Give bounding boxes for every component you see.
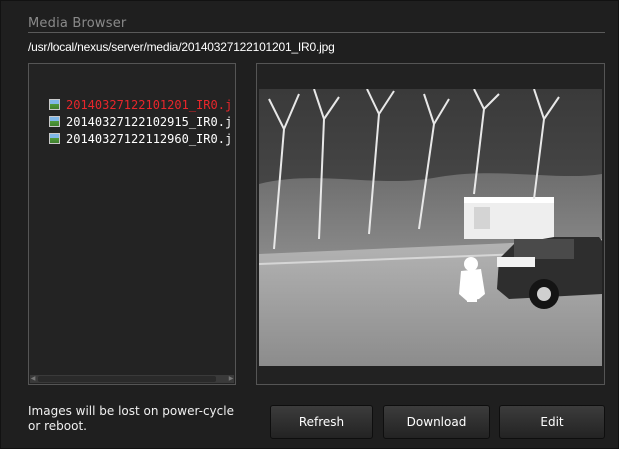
- download-button[interactable]: Download: [383, 405, 490, 439]
- edit-button[interactable]: Edit: [499, 405, 605, 439]
- file-item-label: 20140327122101201_IR0.j: [66, 97, 233, 112]
- image-preview-frame: [256, 63, 605, 385]
- thermal-image-preview: [259, 89, 602, 366]
- panel-title: Media Browser: [28, 16, 127, 31]
- warning-note: Images will be lost on power-cycle or re…: [28, 404, 234, 433]
- thermal-scene: [259, 89, 602, 366]
- file-item-label: 20140327122112960_IR0.j: [66, 131, 233, 146]
- scroll-left-icon[interactable]: ◀: [30, 375, 36, 383]
- file-list[interactable]: 20140327122101201_IR0.j 2014032712210291…: [28, 63, 236, 385]
- file-item[interactable]: 20140327122102915_IR0.j: [49, 113, 232, 130]
- scrollbar-thumb[interactable]: [38, 376, 216, 382]
- image-file-icon: [49, 99, 60, 110]
- horizontal-scrollbar[interactable]: ◀ ▶: [30, 375, 234, 383]
- image-file-icon: [49, 116, 60, 127]
- file-item-label: 20140327122102915_IR0.j: [66, 114, 233, 129]
- image-file-icon: [49, 133, 60, 144]
- refresh-button[interactable]: Refresh: [270, 405, 373, 439]
- scroll-right-icon[interactable]: ▶: [228, 375, 234, 383]
- file-path: /usr/local/nexus/server/media/2014032712…: [28, 40, 335, 54]
- file-items: 20140327122101201_IR0.j 2014032712210291…: [49, 96, 232, 147]
- file-item[interactable]: 20140327122101201_IR0.j: [49, 96, 232, 113]
- file-item[interactable]: 20140327122112960_IR0.j: [49, 130, 232, 147]
- title-divider: [28, 32, 605, 33]
- media-browser-panel: Media Browser /usr/local/nexus/server/me…: [0, 0, 619, 449]
